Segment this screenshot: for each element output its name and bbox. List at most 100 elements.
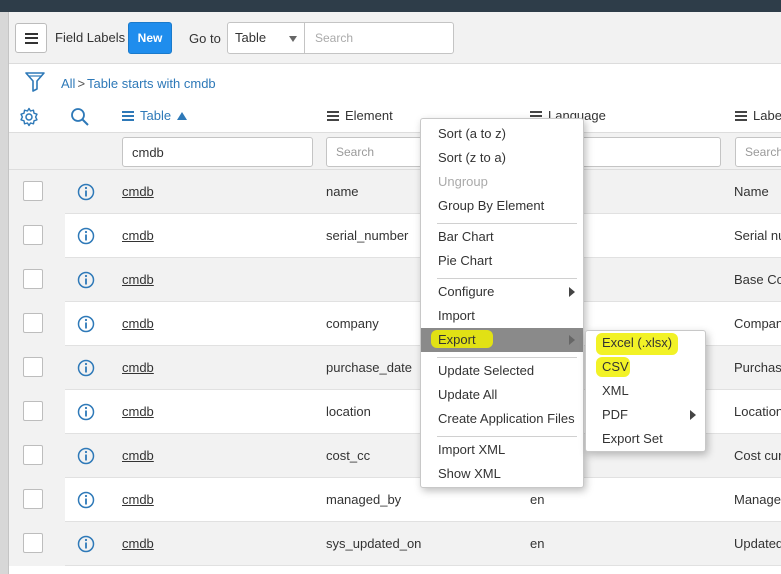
submenu-item-xml[interactable]: XML: [586, 379, 705, 403]
breadcrumb-filter[interactable]: Table starts with cmdb: [87, 76, 216, 91]
info-icon[interactable]: [77, 359, 95, 377]
filter-funnel-icon[interactable]: [25, 71, 45, 93]
table-row[interactable]: cmdb sys_updated_on en Updated: [9, 522, 781, 566]
row-element: company: [326, 316, 379, 331]
menu-item-create-app-files[interactable]: Create Application Files: [421, 407, 583, 431]
row-table-link[interactable]: cmdb: [122, 316, 154, 331]
row-table-link[interactable]: cmdb: [122, 448, 154, 463]
menu-item-ungroup: Ungroup: [438, 174, 488, 189]
checkbox-cell: [9, 522, 65, 566]
gear-icon[interactable]: [19, 107, 39, 127]
goto-selected-value: Table: [235, 30, 267, 45]
info-icon[interactable]: [77, 491, 95, 509]
info-icon[interactable]: [77, 227, 95, 245]
table-row[interactable]: cmdb Base Con: [9, 258, 781, 302]
breadcrumb-separator: >: [77, 76, 86, 91]
row-checkbox[interactable]: [23, 533, 43, 553]
menu-item-import[interactable]: Import: [421, 304, 583, 328]
checkbox-cell: [9, 302, 65, 346]
row-table-link[interactable]: cmdb: [122, 360, 154, 375]
row-checkbox[interactable]: [23, 445, 43, 465]
row-checkbox[interactable]: [23, 489, 43, 509]
table-row[interactable]: cmdb managed_by en Managed: [9, 478, 781, 522]
table-row[interactable]: cmdb serial_number Serial nu: [9, 214, 781, 258]
list-context-menu-button[interactable]: [15, 23, 47, 53]
row-element: location: [326, 404, 371, 419]
search-icon[interactable]: [70, 107, 90, 127]
chevron-right-icon: [569, 287, 575, 297]
info-icon[interactable]: [77, 535, 95, 553]
menu-item-update-all[interactable]: Update All: [421, 383, 583, 407]
table-filter-input[interactable]: cmdb: [122, 137, 313, 167]
menu-item-show-xml[interactable]: Show XML: [421, 462, 583, 486]
row-element: serial_number: [326, 228, 409, 243]
info-icon[interactable]: [77, 315, 95, 333]
menu-item-export[interactable]: Export: [421, 328, 583, 352]
left-scroll-strip: [0, 12, 9, 574]
checkbox-cell: [9, 346, 65, 390]
row-language: en: [530, 536, 545, 551]
menu-item-update-selected[interactable]: Update Selected: [421, 359, 583, 383]
info-icon[interactable]: [77, 183, 95, 201]
label-filter-input[interactable]: Search: [735, 137, 781, 167]
row-label: Cost cur: [734, 448, 781, 463]
row-checkbox[interactable]: [23, 313, 43, 333]
breadcrumb-bar: All > Table starts with cmdb: [9, 64, 781, 102]
column-header-element-label: Element: [345, 108, 393, 123]
goto-field-select[interactable]: Table: [227, 22, 305, 54]
new-button[interactable]: New: [128, 22, 172, 54]
info-icon[interactable]: [77, 447, 95, 465]
search-input[interactable]: Search: [304, 22, 454, 54]
export-submenu: Excel (.xlsx) CSV XML PDF Export Set: [585, 330, 706, 452]
row-table-link[interactable]: cmdb: [122, 492, 154, 507]
column-menu-icon[interactable]: [122, 110, 134, 121]
submenu-item-csv[interactable]: CSV: [586, 355, 705, 379]
column-header-table-label: Table: [140, 108, 172, 123]
info-icon[interactable]: [77, 271, 95, 289]
column-header-row: Table Element Language Label: [9, 102, 781, 132]
menu-item-sort-az[interactable]: Sort (a to z): [421, 122, 583, 146]
menu-item-group-by[interactable]: Group By Element: [421, 194, 583, 218]
menu-item-bar-chart[interactable]: Bar Chart: [421, 225, 583, 249]
row-element: purchase_date: [326, 360, 413, 375]
row-element: cost_cc: [326, 448, 371, 463]
submenu-item-excel[interactable]: Excel (.xlsx): [586, 331, 705, 355]
info-icon[interactable]: [77, 403, 95, 421]
row-checkbox[interactable]: [23, 225, 43, 245]
row-label: Location: [734, 404, 781, 419]
row-element: sys_updated_on: [326, 536, 422, 551]
menu-item-configure[interactable]: Configure: [421, 280, 583, 304]
column-header-table[interactable]: Table: [122, 108, 188, 123]
column-menu-icon[interactable]: [327, 110, 339, 121]
menu-item-sort-za[interactable]: Sort (z to a): [421, 146, 583, 170]
row-checkbox[interactable]: [23, 357, 43, 377]
checkbox-cell: [9, 170, 65, 214]
list-title[interactable]: Field Labels: [55, 30, 125, 45]
submenu-item-pdf[interactable]: PDF: [586, 403, 705, 427]
row-table-link[interactable]: cmdb: [122, 184, 154, 199]
row-label: Serial nu: [734, 228, 781, 243]
row-label: Purchase: [734, 360, 781, 375]
submenu-item-export-set[interactable]: Export Set: [586, 427, 705, 451]
row-table-link[interactable]: cmdb: [122, 536, 154, 551]
column-header-label[interactable]: Label: [735, 108, 781, 123]
menu-divider: [437, 436, 577, 437]
checkbox-cell: [9, 434, 65, 478]
column-header-element[interactable]: Element: [327, 108, 393, 123]
breadcrumb-all[interactable]: All: [61, 76, 75, 91]
column-menu-icon[interactable]: [735, 110, 747, 121]
row-checkbox[interactable]: [23, 401, 43, 421]
submenu-item-csv-label: CSV: [602, 359, 629, 374]
table-row[interactable]: cmdb name Name: [9, 170, 781, 214]
row-table-link[interactable]: cmdb: [122, 228, 154, 243]
menu-divider: [437, 278, 577, 279]
row-checkbox[interactable]: [23, 269, 43, 289]
menu-item-import-xml[interactable]: Import XML: [421, 438, 583, 462]
caret-down-icon: [289, 36, 297, 42]
checkbox-cell: [9, 390, 65, 434]
row-element: managed_by: [326, 492, 402, 507]
menu-item-pie-chart[interactable]: Pie Chart: [421, 249, 583, 273]
row-table-link[interactable]: cmdb: [122, 272, 154, 287]
row-table-link[interactable]: cmdb: [122, 404, 154, 419]
row-checkbox[interactable]: [23, 181, 43, 201]
